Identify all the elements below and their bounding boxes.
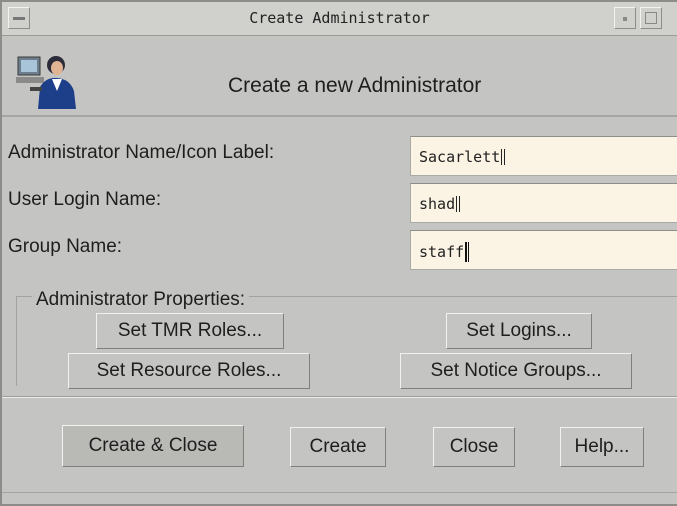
- login-name-input[interactable]: shad: [410, 183, 677, 223]
- maximize-button[interactable]: [640, 7, 662, 29]
- text-cursor: [456, 196, 461, 212]
- minimize-button[interactable]: [614, 7, 636, 29]
- administrator-user-icon: [16, 56, 76, 109]
- set-notice-groups-button[interactable]: Set Notice Groups...: [400, 353, 632, 389]
- text-cursor: [465, 242, 470, 262]
- close-button[interactable]: Close: [433, 427, 515, 467]
- header-title: Create a new Administrator: [228, 74, 482, 97]
- create-administrator-dialog: Create Administrator Create a new Admini…: [0, 0, 677, 506]
- login-name-value: shad: [419, 195, 456, 213]
- help-button[interactable]: Help...: [560, 427, 644, 467]
- window-title: Create Administrator: [249, 9, 430, 27]
- admin-name-value: Sacarlett: [419, 148, 501, 166]
- group-name-input[interactable]: staff: [410, 230, 677, 270]
- set-logins-button[interactable]: Set Logins...: [446, 313, 592, 349]
- text-cursor: [501, 149, 506, 165]
- maximize-icon: [645, 12, 657, 24]
- create-and-close-button[interactable]: Create & Close: [62, 425, 244, 467]
- title-bar[interactable]: Create Administrator: [2, 2, 677, 36]
- dialog-header: Create a new Administrator: [2, 37, 677, 117]
- group-name-value: staff: [419, 243, 465, 261]
- create-button[interactable]: Create: [290, 427, 386, 467]
- administrator-properties-legend: Administrator Properties:: [32, 289, 250, 311]
- minimize-icon: [623, 17, 627, 21]
- login-name-label: User Login Name:: [8, 189, 162, 210]
- set-resource-roles-button[interactable]: Set Resource Roles...: [68, 353, 310, 389]
- group-name-label: Group Name:: [8, 236, 123, 257]
- admin-name-input[interactable]: Sacarlett: [410, 136, 677, 176]
- set-tmr-roles-button[interactable]: Set TMR Roles...: [96, 313, 284, 349]
- admin-name-label: Administrator Name/Icon Label:: [8, 142, 275, 163]
- bottom-edge: [2, 492, 677, 493]
- separator: [2, 396, 677, 398]
